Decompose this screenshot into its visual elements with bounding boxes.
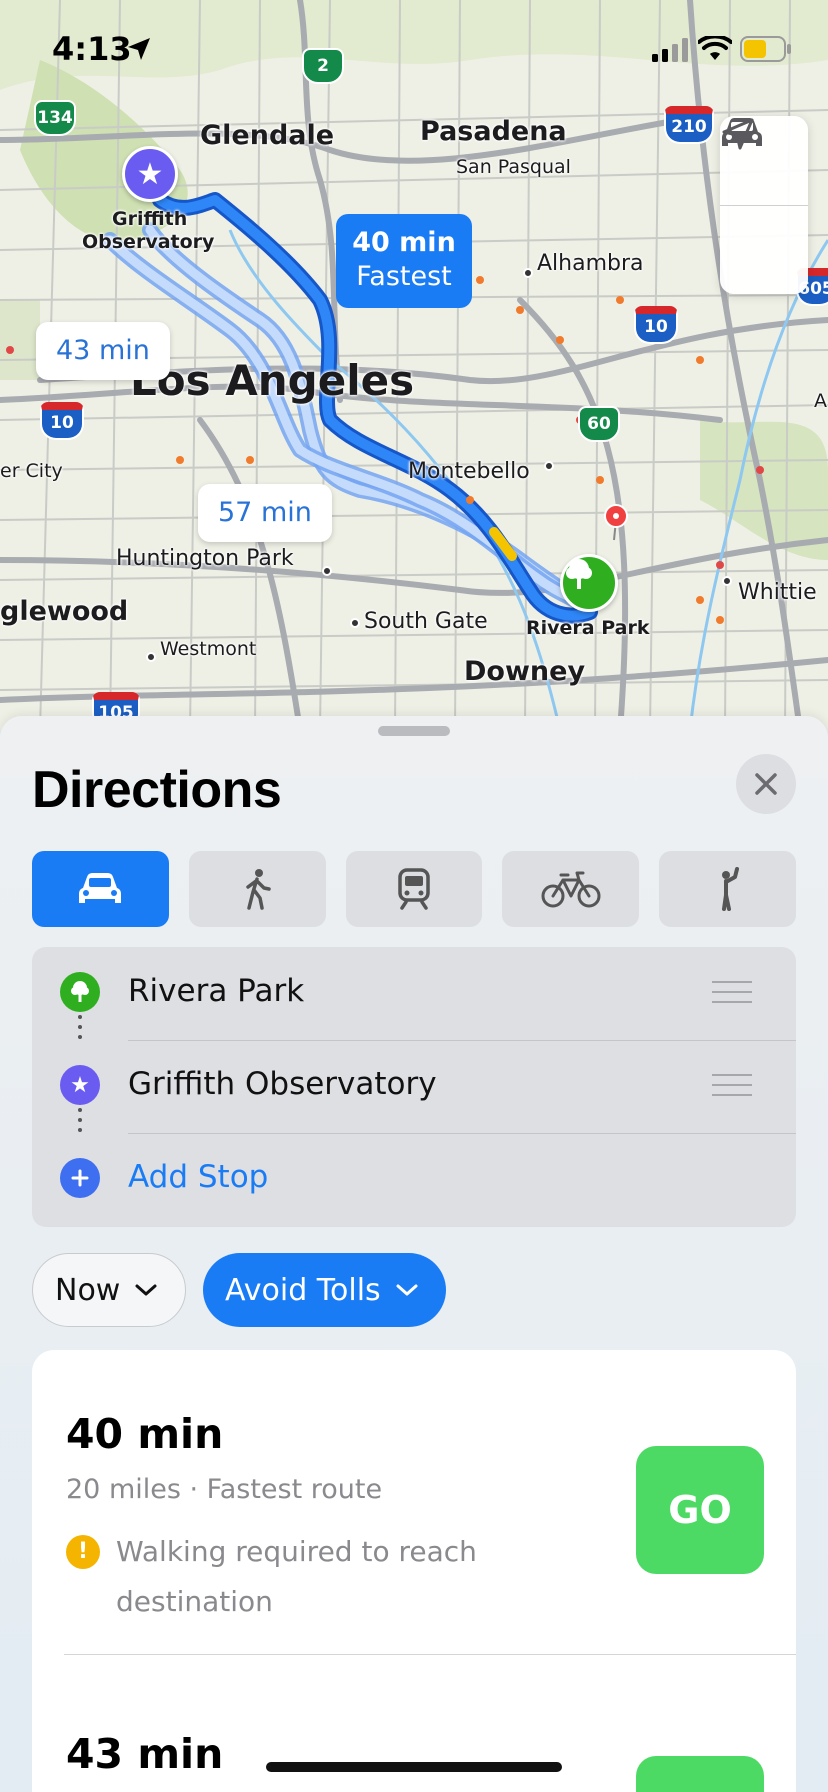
reorder-handle-icon[interactable] bbox=[712, 1074, 752, 1104]
stop-start-label: Rivera Park bbox=[128, 973, 305, 1009]
train-icon bbox=[398, 868, 430, 910]
mode-walk-button[interactable] bbox=[188, 851, 326, 927]
city-label-los-angeles: Los Angeles bbox=[130, 356, 415, 405]
page-title: Directions bbox=[32, 761, 282, 819]
city-dot bbox=[722, 576, 732, 586]
battery-icon bbox=[740, 36, 791, 62]
avoid-options-dropdown[interactable]: Avoid Tolls bbox=[203, 1253, 446, 1327]
mode-cycle-button[interactable] bbox=[502, 851, 640, 927]
route-bubble-alt-57[interactable]: 57 min bbox=[198, 484, 332, 542]
sheet-grabber[interactable] bbox=[378, 726, 450, 736]
route-results-list: 40 min 20 miles · Fastest route ! Walkin… bbox=[32, 1350, 796, 1792]
map-view[interactable]: 134 2 210 10 10 60 605 105 Glendale Pasa… bbox=[0, 0, 828, 730]
city-label-south-gate: South Gate bbox=[364, 609, 488, 634]
walking-icon bbox=[246, 869, 271, 910]
reorder-handle-icon[interactable] bbox=[712, 981, 752, 1011]
avoid-options-label: Avoid Tolls bbox=[225, 1272, 381, 1308]
poi-label-observatory: Observatory bbox=[82, 231, 215, 253]
poi-label-rivera-park: Rivera Park bbox=[526, 617, 650, 639]
add-stop-button[interactable]: Add Stop bbox=[32, 1133, 796, 1226]
city-label-san-pasqual: San Pasqual bbox=[456, 156, 571, 178]
route-stops-list: Rivera Park ★ Griffith Observatory Add S… bbox=[32, 947, 796, 1227]
warning-icon: ! bbox=[66, 1535, 100, 1569]
highway-10-shield: 10 bbox=[40, 402, 84, 440]
route-bubble-alt-43[interactable]: 43 min bbox=[36, 322, 170, 380]
status-time: 4:13 bbox=[52, 30, 132, 68]
city-label-glendale: Glendale bbox=[200, 120, 335, 151]
mode-rideshare-button[interactable] bbox=[659, 851, 796, 927]
star-icon: ★ bbox=[136, 157, 164, 191]
city-label-alhambra: Alhambra bbox=[537, 251, 644, 276]
plus-icon bbox=[60, 1158, 100, 1198]
bicycle-icon bbox=[541, 871, 601, 908]
location-arrow-icon bbox=[722, 118, 754, 150]
wifi-icon bbox=[698, 36, 732, 60]
home-indicator[interactable] bbox=[266, 1762, 562, 1772]
route-bubble-label: Fastest bbox=[356, 261, 452, 292]
city-label-culver-city: er City bbox=[0, 460, 63, 482]
divider bbox=[64, 1654, 796, 1655]
close-icon bbox=[755, 773, 777, 795]
city-label-whittier: Whittie bbox=[738, 580, 817, 605]
tree-icon bbox=[60, 972, 100, 1012]
departure-time-label: Now bbox=[55, 1272, 121, 1308]
city-dot bbox=[322, 566, 332, 576]
hail-rideshare-icon bbox=[721, 867, 739, 911]
stop-start[interactable]: Rivera Park bbox=[32, 947, 796, 1040]
departure-time-dropdown[interactable]: Now bbox=[32, 1253, 186, 1327]
go-button[interactable]: GO bbox=[636, 1446, 764, 1574]
star-icon: ★ bbox=[60, 1065, 100, 1105]
highway-134-shield: 134 bbox=[34, 100, 76, 136]
city-label-montebello: Montebello bbox=[408, 459, 530, 484]
city-label-downey: Downey bbox=[464, 656, 586, 687]
stop-destination-label: Griffith Observatory bbox=[128, 1066, 437, 1102]
chevron-down-icon bbox=[135, 1284, 157, 1296]
map-controls bbox=[720, 116, 808, 294]
highway-210-shield: 210 bbox=[664, 106, 714, 144]
poi-label-griffith: Griffith bbox=[112, 208, 188, 230]
mode-drive-button[interactable] bbox=[32, 851, 169, 927]
city-dot bbox=[146, 652, 156, 662]
city-label-westmont: Westmont bbox=[160, 638, 257, 660]
add-stop-label: Add Stop bbox=[128, 1159, 269, 1195]
griffith-observatory-pin[interactable]: ★ bbox=[122, 146, 178, 202]
route-warning-text: Walking required to reach destination bbox=[116, 1535, 477, 1618]
city-dot bbox=[544, 461, 554, 471]
transport-mode-picker bbox=[32, 851, 796, 927]
city-label-huntington-park: Huntington Park bbox=[116, 546, 294, 571]
stop-destination[interactable]: ★ Griffith Observatory bbox=[32, 1040, 796, 1133]
car-icon bbox=[79, 873, 122, 903]
chevron-down-icon bbox=[396, 1284, 418, 1296]
city-label-edge: A bbox=[814, 390, 827, 412]
go-button[interactable] bbox=[636, 1756, 764, 1792]
mode-transit-button[interactable] bbox=[345, 851, 483, 927]
city-label-inglewood: glewood bbox=[0, 596, 129, 627]
tree-icon bbox=[566, 559, 592, 589]
city-dot bbox=[350, 618, 360, 628]
cellular-signal-icon bbox=[652, 38, 688, 62]
close-button[interactable] bbox=[736, 754, 796, 814]
route-bubble-fastest[interactable]: 40 min Fastest bbox=[336, 214, 472, 308]
directions-sheet: Directions Rivera Park ★ Griffith Observ… bbox=[0, 716, 828, 1792]
track-location-button[interactable] bbox=[720, 118, 808, 294]
highway-10-shield: 10 bbox=[634, 306, 678, 344]
route-bubble-time: 40 min bbox=[352, 227, 456, 258]
location-services-icon bbox=[128, 38, 150, 60]
city-label-pasadena: Pasadena bbox=[420, 116, 567, 147]
rivera-park-pin[interactable] bbox=[560, 554, 618, 612]
status-bar: 4:13 bbox=[0, 0, 828, 96]
city-dot bbox=[523, 268, 533, 278]
highway-60-shield: 60 bbox=[578, 406, 620, 442]
